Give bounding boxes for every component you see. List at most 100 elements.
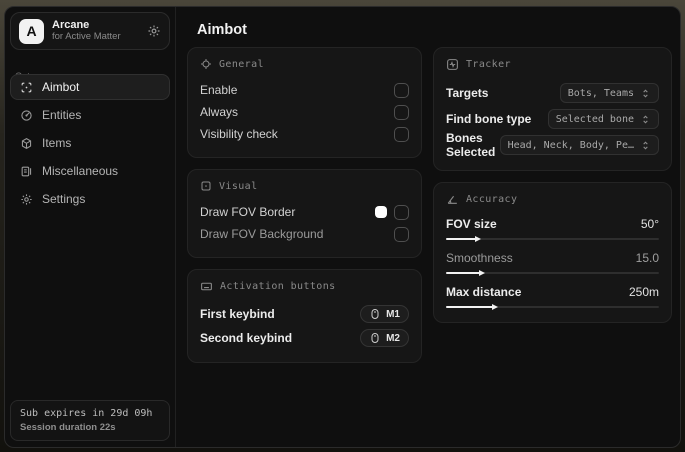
- sidebar-item-label: Items: [42, 136, 72, 150]
- visual-section: Visual Draw FOV Border Draw FOV Backgrou…: [187, 169, 422, 258]
- general-header-label: General: [219, 58, 264, 70]
- setting-label: Max distance: [446, 285, 522, 299]
- fov-size-slider[interactable]: [446, 236, 659, 242]
- setting-label: Second keybind: [200, 331, 293, 345]
- activation-header: Activation buttons: [200, 280, 409, 293]
- dropdown-value: Head, Neck, Body, Pe…: [507, 139, 634, 151]
- setting-row-fov-background: Draw FOV Background: [200, 223, 409, 245]
- slider-thumb[interactable]: [474, 236, 481, 242]
- gear-icon[interactable]: [147, 24, 161, 38]
- setting-label: Draw FOV Border: [200, 205, 296, 219]
- page-title: Aimbot: [197, 22, 247, 38]
- activity-icon: [446, 58, 459, 71]
- gear-icon: [20, 193, 33, 206]
- slider-thumb[interactable]: [479, 270, 486, 276]
- caret-up-down-icon: [640, 88, 651, 99]
- max-distance-slider[interactable]: [446, 304, 659, 310]
- setting-label: Smoothness: [446, 251, 513, 265]
- brand-card: A Arcane for Active Matter: [10, 12, 170, 50]
- sidebar-item-label: Miscellaneous: [42, 164, 119, 178]
- main-panel: Aimbot General Enable Always Visibility …: [176, 7, 680, 447]
- activation-header-label: Activation buttons: [220, 281, 336, 292]
- accuracy-header: Accuracy: [446, 193, 659, 206]
- dropdown-value: Bots, Teams: [567, 87, 634, 99]
- sidebar-item-entities[interactable]: Entities: [10, 103, 170, 127]
- setting-row-targets: Targets Bots, Teams: [446, 80, 659, 106]
- setting-label: Find bone type: [446, 112, 532, 126]
- visibility-check-checkbox[interactable]: [394, 126, 409, 142]
- setting-label: First keybind: [200, 307, 275, 321]
- fov-border-color-swatch[interactable]: [375, 206, 387, 218]
- sidebar-item-aimbot[interactable]: Aimbot: [10, 74, 170, 100]
- tracker-header: Tracker: [446, 58, 659, 71]
- subscription-panel: Sub expires in 29d 09h Session duration …: [10, 400, 170, 441]
- angle-icon: [446, 193, 459, 206]
- keybind-value: M2: [386, 332, 400, 344]
- caret-up-down-icon: [640, 114, 651, 125]
- setting-row-fov-border: Draw FOV Border: [200, 201, 409, 223]
- setting-row-second-keybind: Second keybind M2: [200, 326, 409, 350]
- keybind-value: M1: [386, 308, 400, 320]
- setting-row-max-distance: Max distance 250m: [446, 283, 659, 310]
- brand-name: Arcane: [52, 19, 90, 32]
- sidebar-nav: Aimbot Entities Items Miscellaneous Sett…: [5, 74, 175, 215]
- sidebar-item-label: Aimbot: [42, 80, 80, 94]
- sidebar: A Arcane for Active Matter Category Aimb…: [5, 7, 176, 447]
- cube-icon: [20, 137, 33, 150]
- setting-row-visibility-check: Visibility check: [200, 123, 409, 145]
- sidebar-item-items[interactable]: Items: [10, 131, 170, 155]
- slider-value: 50°: [640, 217, 659, 231]
- first-keybind-button[interactable]: M1: [360, 305, 409, 323]
- targets-dropdown[interactable]: Bots, Teams: [559, 83, 659, 103]
- sidebar-item-label: Entities: [42, 108, 82, 122]
- brand-subtitle: for Active Matter: [52, 30, 121, 42]
- tracker-header-label: Tracker: [466, 59, 511, 70]
- slider-value: 15.0: [635, 251, 659, 265]
- mouse-icon: [369, 308, 381, 320]
- setting-row-find-bone-type: Find bone type Selected bone: [446, 106, 659, 132]
- general-section: General Enable Always Visibility check: [187, 47, 422, 158]
- dropdown-value: Selected bone: [555, 113, 634, 125]
- setting-row-first-keybind: First keybind M1: [200, 302, 409, 326]
- bones-selected-dropdown[interactable]: Head, Neck, Body, Pe…: [499, 135, 659, 155]
- general-header: General: [200, 58, 409, 70]
- crosshair-scan-icon: [20, 81, 33, 94]
- setting-label: Always: [200, 105, 239, 119]
- enable-checkbox[interactable]: [394, 82, 409, 98]
- brand-logo: A: [19, 18, 44, 44]
- crosshair-icon: [200, 58, 212, 70]
- activation-buttons-section: Activation buttons First keybind M1 Seco…: [187, 269, 422, 363]
- setting-label: Enable: [200, 83, 238, 97]
- sidebar-item-settings[interactable]: Settings: [10, 187, 170, 211]
- accuracy-header-label: Accuracy: [466, 194, 518, 205]
- focus-frame-icon: [200, 180, 212, 192]
- always-checkbox[interactable]: [394, 104, 409, 120]
- visual-header-label: Visual: [219, 180, 258, 192]
- setting-row-smoothness: Smoothness 15.0: [446, 249, 659, 276]
- fov-border-checkbox[interactable]: [394, 204, 409, 220]
- setting-row-bones-selected: Bones Selected Head, Neck, Body, Pe…: [446, 131, 659, 159]
- brand-text: Arcane for Active Matter: [52, 19, 139, 43]
- setting-row-always: Always: [200, 101, 409, 123]
- session-duration-text: Session duration 22s: [20, 422, 116, 433]
- caret-up-down-icon: [640, 140, 651, 151]
- fov-background-checkbox[interactable]: [394, 226, 409, 242]
- second-keybind-button[interactable]: M2: [360, 329, 409, 347]
- slider-fill: [446, 236, 481, 242]
- list-icon: [20, 165, 33, 178]
- slider-value: 250m: [628, 285, 659, 299]
- slider-fill: [446, 270, 486, 276]
- visual-header: Visual: [200, 180, 409, 192]
- setting-label: Bones Selected: [446, 131, 496, 159]
- radar-icon: [20, 109, 33, 122]
- sidebar-item-miscellaneous[interactable]: Miscellaneous: [10, 159, 170, 183]
- setting-label: FOV size: [446, 217, 497, 231]
- right-column: Tracker Targets Bots, Teams Find bone ty…: [433, 47, 672, 334]
- smoothness-slider[interactable]: [446, 270, 659, 276]
- tracker-section: Tracker Targets Bots, Teams Find bone ty…: [433, 47, 672, 171]
- sub-expires-text: Sub expires in 29d 09h: [20, 408, 153, 419]
- left-column: General Enable Always Visibility check V…: [187, 47, 422, 374]
- slider-thumb[interactable]: [491, 304, 498, 310]
- keyboard-icon: [200, 280, 213, 293]
- find-bone-type-dropdown[interactable]: Selected bone: [547, 109, 659, 129]
